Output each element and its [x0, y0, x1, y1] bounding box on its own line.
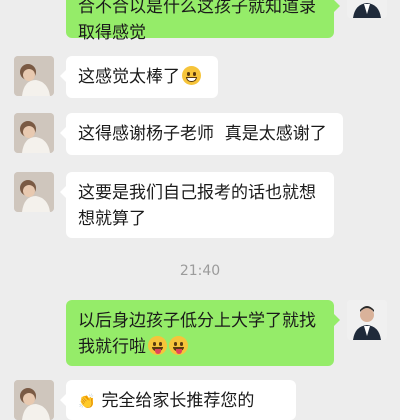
message-text-line-2: 取得感觉 — [78, 23, 146, 43]
parent-avatar[interactable] — [14, 380, 54, 420]
message-text: 这得感谢杨子老师 真是太感谢了 — [78, 124, 327, 144]
person-photo-icon — [347, 0, 387, 18]
teacher-avatar[interactable] — [347, 300, 387, 340]
chat-timestamp: 21:40 — [179, 263, 221, 279]
message-text-line-1: 这要是我们自己报考的话也就想 — [78, 183, 316, 203]
parent-avatar[interactable] — [14, 172, 54, 212]
wink-tongue-icon — [148, 336, 167, 355]
message-text: 这感觉太棒了 — [78, 67, 180, 87]
message-text-line-1: 以后身边孩子低分上大学了就找 — [78, 311, 316, 331]
message-bubble-received[interactable]: 👏 完全给家长推荐您的 — [60, 380, 296, 420]
baby-photo-icon — [14, 172, 54, 212]
person-photo-icon — [347, 300, 387, 340]
parent-avatar[interactable] — [14, 56, 54, 96]
message-bubble-sent[interactable]: 以后身边孩子低分上大学了就找 我就行啦 — [66, 300, 340, 366]
message-text-line-2: 我就行啦 — [78, 337, 146, 357]
grin-icon — [182, 66, 201, 85]
clap-icon: 👏 — [78, 394, 96, 410]
message-text-line-2: 想就算了 — [78, 209, 146, 229]
parent-avatar[interactable] — [14, 113, 54, 153]
message-text-line-1: 合不合以是什么这孩子就知道录 — [78, 0, 316, 17]
baby-photo-icon — [14, 380, 54, 420]
message-text: 完全给家长推荐您的 — [101, 391, 255, 411]
message-bubble-received[interactable]: 这感觉太棒了 — [60, 56, 218, 98]
message-bubble-sent[interactable]: 合不合以是什么这孩子就知道录 取得感觉 — [66, 0, 340, 43]
message-bubble-received[interactable]: 这要是我们自己报考的话也就想 想就算了 — [60, 172, 334, 238]
baby-photo-icon — [14, 113, 54, 153]
wink-tongue-icon — [169, 336, 188, 355]
teacher-avatar[interactable] — [347, 0, 387, 18]
baby-photo-icon — [14, 56, 54, 96]
message-bubble-received[interactable]: 这得感谢杨子老师 真是太感谢了 — [60, 113, 343, 155]
